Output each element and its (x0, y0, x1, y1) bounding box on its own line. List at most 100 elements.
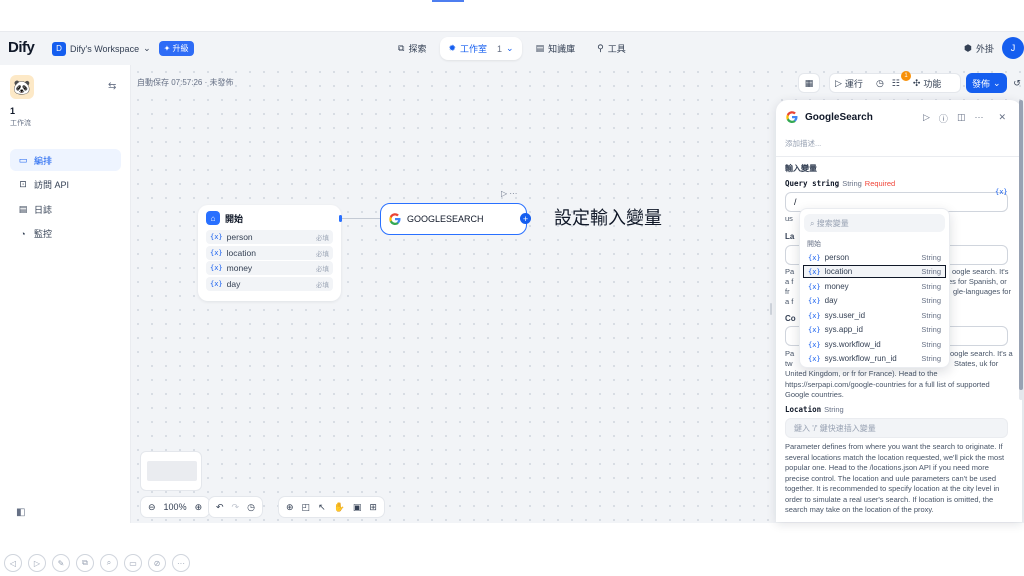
variable-search-input[interactable]: ⌕ 搜索變量 (804, 214, 945, 232)
nav-studio[interactable]: ✹ 工作室 1 ⌄ (440, 37, 522, 60)
item-type: String (921, 354, 941, 363)
add-node-icon[interactable]: + (520, 213, 531, 224)
checklist-icon[interactable]: ☷ (892, 78, 900, 89)
features-button[interactable]: 功能 (923, 77, 941, 90)
plugin-icon: ⬢ (964, 43, 972, 53)
more-icon[interactable]: ··· (974, 112, 983, 125)
chevron-down-icon[interactable]: ⌄ (506, 43, 514, 54)
dropdown-item[interactable]: {x} money String (803, 280, 946, 293)
close-icon[interactable]: ✕ (998, 112, 1006, 125)
location-label: Location String (785, 405, 844, 414)
item-type: String (921, 267, 941, 276)
start-var-location[interactable]: {x} location 必填 (206, 245, 333, 260)
export-image-icon[interactable]: ▣ (353, 502, 362, 513)
panel-resize-handle[interactable] (770, 303, 772, 315)
book-icon[interactable]: ◫ (957, 112, 966, 125)
scrollbar-thumb[interactable] (1019, 100, 1023, 390)
zoom-in-icon[interactable]: ⊕ (195, 502, 203, 513)
history-icon[interactable]: ◷ (247, 502, 255, 513)
env-button[interactable]: ▦ (798, 73, 820, 93)
play-icon[interactable]: ▷ (28, 554, 46, 572)
sidebar-item-monitor[interactable]: ◔ 監控 (10, 223, 121, 245)
hint-fragment: tw (785, 359, 793, 368)
zoom-level[interactable]: 100% (164, 502, 187, 512)
version-history-button[interactable]: ↺ (1006, 73, 1024, 93)
workspace-selector[interactable]: D Dify's Workspace ⌄ ✦ 升級 (52, 41, 194, 56)
nav-explore[interactable]: ⧉ 探索 (390, 37, 434, 60)
pen-icon[interactable]: ✎ (52, 554, 70, 572)
redo-icon[interactable]: ↷ (232, 502, 240, 513)
play-icon[interactable]: ▷ (501, 189, 507, 198)
copy-icon[interactable]: ⧉ (76, 554, 94, 572)
variable-icon: {x} (210, 233, 223, 241)
note-icon[interactable]: ◰ (302, 502, 311, 513)
start-var-person[interactable]: {x} person 必填 (206, 230, 333, 244)
dropdown-item[interactable]: {x} sys.workflow_run_id String (803, 352, 946, 365)
dify-logo[interactable]: Dify (8, 39, 35, 56)
zoom-icon[interactable]: ⌕ (100, 554, 118, 572)
google-search-node[interactable]: GOOGLESEARCH (380, 203, 527, 235)
start-node[interactable]: ⌂ 開始 {x} person 必填 {x} location 必填 {x} m… (198, 205, 341, 301)
panel-scrollbar[interactable] (1019, 100, 1023, 400)
settings-icon[interactable]: ⇆ (108, 81, 116, 92)
viewer-controls: ◁ ▷ ✎ ⧉ ⌕ ▭ ⊘ ··· (4, 554, 190, 572)
dropdown-group-label: 開始 (807, 241, 821, 248)
dropdown-item[interactable]: {x} sys.user_id String (803, 309, 946, 322)
env-icon: ▦ (804, 77, 814, 88)
undo-icon[interactable]: ↶ (216, 502, 224, 513)
hint-fragment: us (785, 214, 793, 223)
more-icon[interactable]: ··· (509, 189, 517, 198)
upgrade-button[interactable]: ✦ 升級 (158, 41, 194, 56)
info-icon[interactable]: ⓘ (939, 112, 948, 125)
start-var-day[interactable]: {x} day 必填 (206, 276, 333, 291)
var-required: 必填 (316, 235, 329, 242)
variable-insert-icon[interactable]: {x} (995, 188, 1008, 196)
start-var-money[interactable]: {x} money 必填 (206, 261, 333, 276)
dropdown-item[interactable]: {x} day String (803, 294, 946, 307)
item-type: String (921, 311, 941, 320)
plugins-button[interactable]: ⬢ 外掛 (964, 42, 994, 55)
collapse-sidebar-icon[interactable]: ◧ (16, 507, 25, 518)
publish-button[interactable]: 發佈 ⌄ (966, 73, 1007, 93)
start-node-handle[interactable] (339, 215, 342, 222)
play-icon[interactable]: ▷ (835, 78, 842, 89)
organize-icon[interactable]: ⊞ (369, 502, 377, 513)
nav-explore-label: 探索 (408, 44, 427, 54)
hint-fragment: oogle search. It's a (950, 349, 1013, 358)
minimap-viewport (147, 461, 197, 481)
play-icon[interactable]: ▷ (923, 112, 930, 125)
caption-icon[interactable]: ▭ (124, 554, 142, 572)
nav-knowledge[interactable]: ▤ 知識庫 (528, 37, 584, 60)
minimap[interactable] (140, 451, 202, 491)
hand-icon[interactable]: ✋ (334, 502, 345, 513)
variable-icon: {x} (808, 296, 821, 305)
dropdown-item[interactable]: {x} sys.workflow_id String (803, 338, 946, 351)
chevron-down-icon: ⌄ (993, 77, 1001, 88)
nav-tools[interactable]: ⚲ 工具 (589, 37, 634, 60)
zoom-out-icon[interactable]: ⊖ (148, 502, 156, 513)
sidebar-item-api[interactable]: ⊡ 訪問 API (10, 174, 121, 196)
item-type: String (921, 296, 941, 305)
hint-fragment: a f (785, 297, 794, 306)
app-sidebar: 🐼 ⇆ 1 工作流 ▭ 編排 ⊡ 訪問 API ▤ 日誌 ◔ 監控 ◧ (0, 65, 131, 523)
pointer-icon[interactable]: ↖ (318, 502, 326, 513)
item-name: money (824, 282, 849, 291)
description-input[interactable]: 添加描述... (785, 138, 821, 149)
history-icon[interactable]: ◷ (876, 78, 884, 89)
panel-title[interactable]: GoogleSearch (805, 112, 873, 123)
sidebar-item-logs[interactable]: ▤ 日誌 (10, 198, 121, 220)
sidebar-item-orchestrate[interactable]: ▭ 編排 (10, 149, 121, 171)
run-button[interactable]: 運行 (845, 77, 863, 90)
previous-icon[interactable]: ◁ (4, 554, 22, 572)
dropdown-item[interactable]: {x} person String (803, 251, 946, 264)
location-input[interactable]: 鍵入 '/' 鍵快速插入變量 (785, 418, 1008, 438)
user-avatar[interactable]: J (1002, 37, 1024, 59)
item-name: sys.workflow_run_id (824, 354, 897, 363)
var-required: 必填 (316, 266, 329, 274)
hint-fragment: oogle search. It's (952, 267, 1009, 276)
dropdown-item[interactable]: {x} sys.app_id String (803, 323, 946, 336)
mute-icon[interactable]: ⊘ (148, 554, 166, 572)
more-icon[interactable]: ··· (172, 554, 190, 572)
add-block-icon[interactable]: ⊕ (286, 502, 294, 513)
dropdown-item-selected[interactable]: {x} location String (803, 265, 946, 278)
